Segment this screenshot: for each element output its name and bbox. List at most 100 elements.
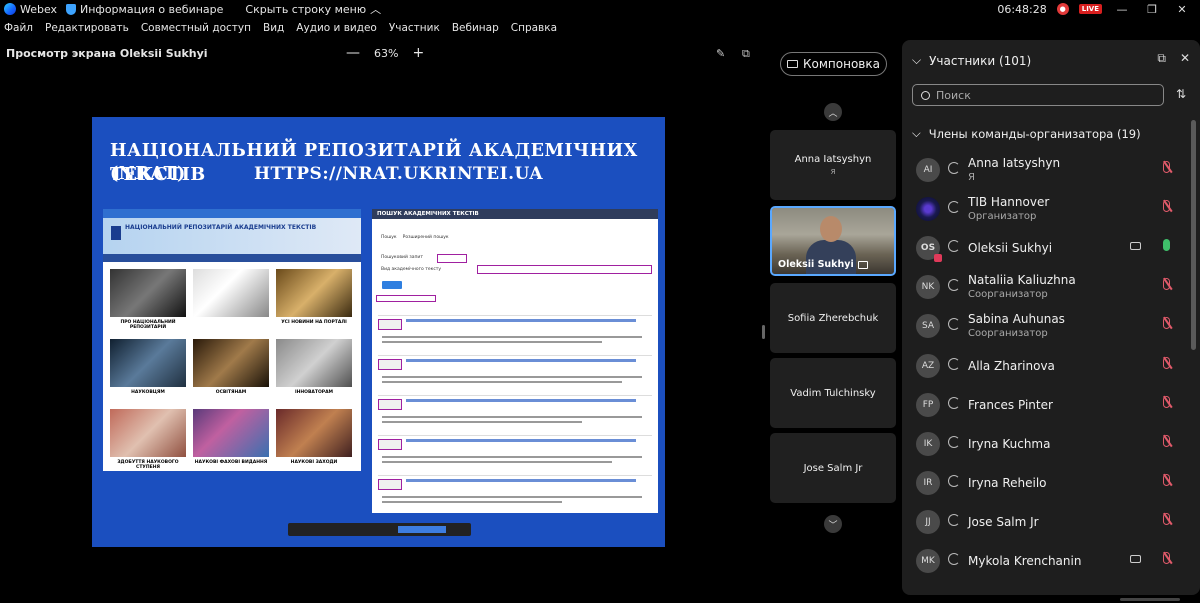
strip-scroll-down-button[interactable]: ﹀ (824, 515, 842, 533)
menu-share[interactable]: Совместный доступ (141, 22, 251, 40)
avatar: SA (916, 314, 940, 338)
search-placeholder: Поиск (936, 88, 971, 102)
chevron-up-icon: ︿ (370, 3, 382, 16)
tile-caption: ОСВІТЯНАМ (215, 390, 247, 395)
video-tile[interactable]: Vadim Tulchinsky (770, 358, 896, 428)
avatar: AI (916, 158, 940, 182)
participant-row[interactable]: IR Iryna Reheilo (916, 465, 1176, 501)
minimize-button[interactable]: — (1112, 3, 1132, 16)
mic-muted-icon[interactable] (1163, 161, 1170, 173)
audio-connection-icon (948, 514, 960, 526)
portal-tile: ОСВІТЯНАМ (193, 339, 269, 395)
tab-search: Пошук (381, 235, 397, 240)
video-tile-active-speaker[interactable]: Oleksii Sukhyi (770, 206, 896, 276)
participant-name: TIB Hannover (968, 195, 1050, 209)
layout-button[interactable]: Компоновка (780, 52, 887, 76)
participants-header[interactable]: ⌵ Участники (101) (912, 53, 1031, 68)
person-head (820, 216, 842, 242)
mic-muted-icon[interactable] (1163, 435, 1170, 447)
portal-tile: НАУКОВІ ЗАХОДИ (276, 409, 352, 465)
tile-caption: УСІ НОВИНИ НА ПОРТАЛІ (281, 320, 347, 325)
webinar-info-button[interactable]: Информация о вебинаре (66, 3, 223, 16)
mic-muted-icon[interactable] (1163, 317, 1170, 329)
mic-muted-icon[interactable] (1163, 278, 1170, 290)
audio-connection-icon (948, 279, 960, 291)
zoom-in-button[interactable]: + (412, 45, 424, 61)
zoom-level: 63% (374, 46, 399, 60)
participant-row[interactable]: NK Nataliia Kaliuzhna Соорганизатор (916, 269, 1176, 305)
participant-row[interactable]: AI Anna Iatsyshyn Я (916, 152, 1176, 188)
person-body (806, 240, 856, 274)
camera-icon[interactable] (1130, 555, 1141, 563)
mic-muted-icon[interactable] (1163, 200, 1170, 212)
participants-title: Участники (101) (929, 53, 1032, 68)
participant-row[interactable]: OS Oleksii Sukhyi (916, 230, 1176, 266)
splitter-handle[interactable] (762, 325, 765, 339)
tile-caption: НАУКОВЦЯМ (131, 390, 165, 395)
zoom-out-button[interactable]: — (346, 45, 360, 61)
tile-caption: НАУКОВІ ЗАХОДИ (290, 460, 338, 465)
participant-name: Anna Iatsyshyn (968, 156, 1061, 170)
app-brand: Webex (0, 3, 62, 16)
close-panel-icon[interactable]: ✕ (1180, 51, 1190, 66)
participant-row[interactable]: FP Frances Pinter (916, 387, 1176, 423)
avatar: NK (916, 275, 940, 299)
restore-button[interactable]: ❐ (1142, 3, 1162, 16)
search-header: ПОШУК АКАДЕМІЧНИХ ТЕКСТІВ (372, 209, 658, 219)
group-title: Члены команды-организатора (19) (928, 126, 1141, 141)
mic-muted-icon[interactable] (1163, 396, 1170, 408)
video-tile[interactable]: Anna Iatsyshyn Я (770, 130, 896, 200)
search-button-preview (382, 281, 402, 289)
mic-muted-icon[interactable] (1163, 513, 1170, 525)
avatar: OS (916, 236, 942, 262)
video-tile[interactable]: Jose Salm Jr (770, 433, 896, 503)
horizontal-scroll-indicator (1120, 598, 1180, 601)
video-role: Я (830, 168, 836, 176)
menu-participant[interactable]: Участник (389, 22, 440, 40)
panel-scrollbar[interactable] (1191, 120, 1196, 350)
participant-row[interactable]: TIB Hannover Организатор (916, 191, 1176, 227)
video-tile[interactable]: Sofiia Zherebchuk (770, 283, 896, 353)
hide-menu-bar-button[interactable]: Скрыть строку меню ︿ (245, 1, 381, 17)
participant-row[interactable]: MK Mykola Krenchanin (916, 543, 1176, 579)
participant-row[interactable]: AZ Alla Zharinova (916, 348, 1176, 384)
shared-screen: НАЦІОНАЛЬНИЙ РЕПОЗИТАРІЙ АКАДЕМІЧНИХ ТЕК… (92, 117, 665, 547)
popout-panel-icon[interactable]: ⧉ (1157, 51, 1166, 66)
avatar: FP (916, 393, 940, 417)
menu-audio-video[interactable]: Аудио и видео (296, 22, 377, 40)
menu-edit[interactable]: Редактировать (45, 22, 129, 40)
menu-view[interactable]: Вид (263, 22, 284, 40)
mic-muted-icon[interactable] (1163, 474, 1170, 486)
menu-webinar[interactable]: Вебинар (452, 22, 499, 40)
results-count (376, 295, 436, 302)
participant-row[interactable]: JJ Jose Salm Jr (916, 504, 1176, 540)
sort-icon[interactable]: ⇅ (1176, 87, 1186, 101)
close-window-button[interactable]: ✕ (1172, 3, 1192, 16)
mic-muted-icon[interactable] (1163, 357, 1170, 369)
participant-search-input[interactable]: Поиск (912, 84, 1164, 106)
participant-name: Frances Pinter (968, 398, 1053, 412)
menu-help[interactable]: Справка (511, 22, 557, 40)
tab-advanced-search: Розширений пошук (402, 235, 449, 240)
slide-url: HTTPS://NRAT.UKRINTEI.UA (254, 164, 544, 184)
participant-name: Nataliia Kaliuzhna (968, 273, 1076, 287)
participant-name: Iryna Kuchma (968, 437, 1051, 451)
type-label: Вид академічного тексту (381, 267, 442, 272)
participant-row[interactable]: IK Iryna Kuchma (916, 426, 1176, 462)
audio-connection-icon (948, 162, 960, 174)
audio-connection-icon (948, 318, 960, 330)
portal-tile: НАУКОВІ ФАХОВІ ВИДАННЯ (193, 409, 269, 465)
host-team-group-header[interactable]: ⌵ Члены команды-организатора (19) (912, 126, 1141, 141)
popout-share-icon[interactable]: ⧉ (742, 47, 750, 61)
mic-active-icon[interactable] (1163, 239, 1170, 251)
live-badge: LIVE (1078, 4, 1102, 14)
audio-connection-icon (948, 358, 960, 370)
strip-scroll-up-button[interactable]: ︿ (824, 103, 842, 121)
audio-connection-icon (948, 553, 960, 565)
participant-row[interactable]: SA Sabina Auhunas Соорганизатор (916, 308, 1176, 344)
menu-file[interactable]: Файл (4, 22, 33, 40)
avatar: MK (916, 549, 940, 573)
mic-muted-icon[interactable] (1163, 552, 1170, 564)
annotate-icon[interactable]: ✎ (716, 47, 725, 60)
camera-icon[interactable] (1130, 242, 1141, 250)
